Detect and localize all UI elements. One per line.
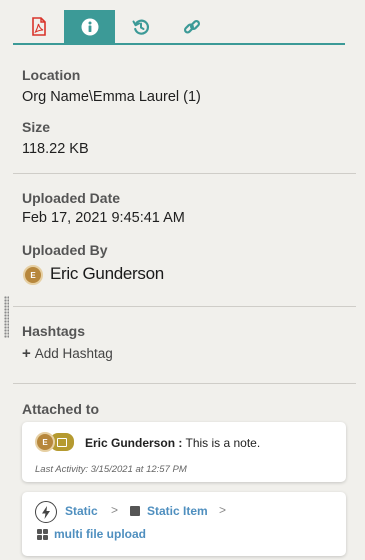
attached-to-label: Attached to — [22, 401, 99, 417]
location-label: Location — [22, 67, 81, 83]
note-text: Eric Gunderson : This is a note. — [85, 436, 260, 450]
resize-handle[interactable] — [4, 296, 9, 338]
workflow-card[interactable]: Static > Static Item > multi file upload — [22, 492, 346, 556]
size-value: 118.22 KB — [22, 141, 89, 157]
crumb-static-link[interactable]: Static — [65, 504, 98, 518]
chevron-right-icon: > — [111, 503, 119, 517]
tab-bar — [13, 10, 345, 45]
add-hashtag-button[interactable]: + Add Hashtag — [22, 345, 113, 362]
link-icon — [183, 19, 200, 34]
tab-history[interactable] — [115, 10, 166, 43]
note-author: Eric Gunderson : — [85, 436, 183, 450]
last-activity: Last Activity: 3/15/2021 at 12:57 PM — [35, 464, 187, 475]
chevron-right-icon: > — [219, 503, 227, 517]
plus-icon: + — [22, 345, 31, 362]
size-label: Size — [22, 119, 51, 135]
lightning-icon — [35, 501, 57, 523]
note-icon — [57, 437, 67, 447]
note-body: This is a note. — [185, 436, 261, 450]
tab-info[interactable] — [64, 10, 115, 43]
item-icon — [130, 506, 140, 516]
multi-file-upload-link[interactable]: multi file upload — [54, 527, 146, 541]
info-icon — [81, 18, 98, 35]
uploaded-date-value: Feb 17, 2021 9:45:41 AM — [22, 210, 185, 226]
uploaded-by-label: Uploaded By — [22, 242, 108, 258]
divider — [13, 173, 356, 174]
crumb-static-item-link[interactable]: Static Item — [147, 504, 208, 518]
divider — [13, 383, 356, 384]
pdf-icon — [31, 17, 46, 36]
hashtags-label: Hashtags — [22, 323, 86, 339]
divider — [13, 306, 356, 307]
note-card[interactable]: E Eric Gunderson : This is a note. Last … — [22, 422, 346, 482]
uploaded-by-name: Eric Gunderson — [50, 264, 164, 283]
grid-icon — [37, 529, 48, 540]
avatar: E — [35, 432, 55, 452]
avatar: E — [23, 265, 43, 285]
location-value: Org Name\Emma Laurel (1) — [22, 89, 201, 105]
history-icon — [132, 19, 149, 35]
tab-links[interactable] — [166, 10, 217, 43]
tab-pdf[interactable] — [13, 10, 64, 43]
uploaded-date-label: Uploaded Date — [22, 190, 121, 206]
add-hashtag-label: Add Hashtag — [34, 346, 113, 361]
